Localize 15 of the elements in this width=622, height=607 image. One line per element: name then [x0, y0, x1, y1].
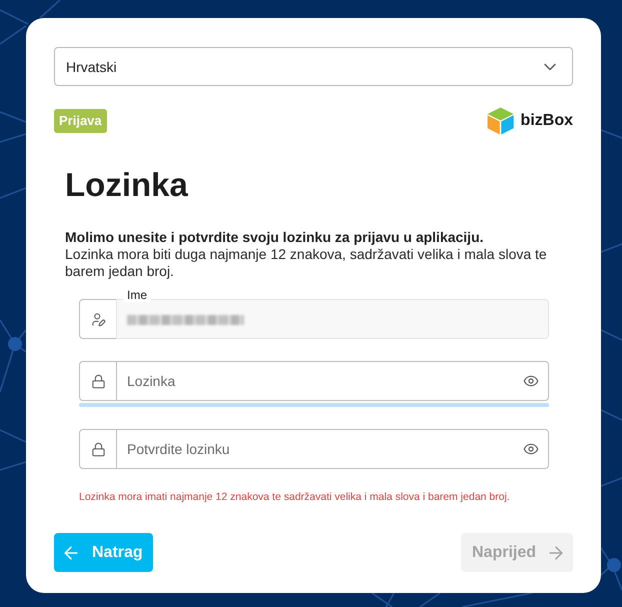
intro-lead: Molimo unesite i potvrdite svoju lozinku za prijavu u aplikaciju.: [65, 229, 485, 246]
language-select[interactable]: Hrvatski: [54, 47, 573, 86]
page-title: Lozinka: [65, 165, 189, 205]
eye-icon[interactable]: [523, 373, 539, 389]
lock-icon: [90, 442, 106, 456]
logo-text: bizBox: [520, 112, 573, 130]
lock-icon: [90, 374, 106, 388]
password-field[interactable]: Potvrdite lozinku: [116, 429, 549, 469]
user-edit-icon: [90, 312, 106, 326]
cube-logo-icon: [486, 106, 514, 134]
error-message: Lozinka mora imati najmanje 12 znakova te sadržavati velika i mala slova i barem jedan broj.: [79, 490, 511, 504]
eye-icon[interactable]: [523, 441, 539, 457]
password-field[interactable]: Lozinka: [116, 361, 549, 401]
intro-text: Lozinka mora biti duga najmanje 12 znakova, sadržavati velika i mala slova te barem jedan broj.: [65, 246, 548, 280]
login-badge: Prijava: [54, 108, 107, 132]
